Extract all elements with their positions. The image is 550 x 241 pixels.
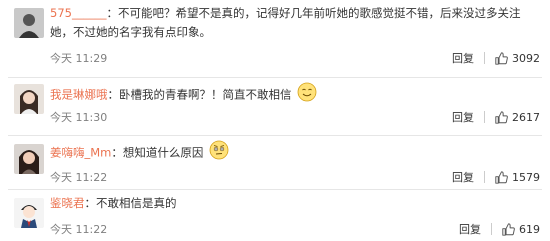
- like-button[interactable]: 619: [502, 223, 540, 236]
- comment-list: 575______：不可能吧？希望不是真的，记得好几年前听她的歌感觉挺不错，后来…: [0, 0, 550, 241]
- comment-time: 今天 11:22: [50, 223, 108, 236]
- thumbs-up-icon: [502, 222, 515, 236]
- comment-time: 今天 11:29: [50, 52, 108, 65]
- comment-text-block: 我是琳娜哦：卧槽我的青春啊？！简直不敢相信: [50, 82, 540, 108]
- comment-item: 我是琳娜哦：卧槽我的青春啊？！简直不敢相信 今天 11:30 回复 2617: [0, 78, 550, 136]
- comment-actions: 回复 1579: [452, 169, 540, 185]
- avatar[interactable]: [14, 8, 44, 38]
- thumbs-up-icon: [495, 51, 508, 65]
- smile-emoji-icon: [297, 82, 317, 108]
- comment-body: ：想知道什么原因: [111, 145, 204, 160]
- reply-button[interactable]: 回复: [459, 221, 481, 237]
- comment-username[interactable]: 姜嗨嗨_Mm: [50, 146, 111, 160]
- action-divider: [491, 223, 492, 235]
- reply-button[interactable]: 回复: [452, 169, 474, 185]
- comment-time: 今天 11:22: [50, 171, 108, 184]
- reply-button[interactable]: 回复: [452, 50, 474, 66]
- action-divider: [484, 111, 485, 123]
- avatar[interactable]: [14, 84, 44, 114]
- like-count: 3092: [512, 51, 540, 65]
- avatar[interactable]: [14, 198, 44, 228]
- thumbs-up-icon: [495, 110, 508, 124]
- comment-text-block: 鉴晓君：不敢相信是真的: [50, 194, 540, 213]
- comment-item: 姜嗨嗨_Mm：想知道什么原因 今天 11:22 回复 1579: [0, 136, 550, 190]
- comment-username[interactable]: 575______: [50, 6, 106, 20]
- comment-body: ：不可能吧？希望不是真的，记得好几年前听她的歌感觉挺不错，后来没过多关注她，不过…: [50, 6, 521, 39]
- comment-actions: 回复 2617: [452, 109, 540, 125]
- reply-button[interactable]: 回复: [452, 109, 474, 125]
- avatar-image-icon: [14, 144, 44, 174]
- comment-item: 575______：不可能吧？希望不是真的，记得好几年前听她的歌感觉挺不错，后来…: [0, 0, 550, 78]
- like-button[interactable]: 3092: [495, 52, 540, 65]
- comment-actions: 回复 3092: [452, 50, 540, 66]
- comment-text-block: 575______：不可能吧？希望不是真的，记得好几年前听她的歌感觉挺不错，后来…: [50, 4, 540, 42]
- comment-text-block: 姜嗨嗨_Mm：想知道什么原因: [50, 140, 540, 166]
- like-button[interactable]: 1579: [495, 171, 540, 184]
- comment-body: ：不敢相信是真的: [84, 196, 177, 210]
- comment-time: 今天 11:30: [50, 111, 108, 124]
- action-divider: [484, 171, 485, 183]
- avatar-image-icon: [14, 198, 44, 228]
- comment-username[interactable]: 我是琳娜哦: [50, 88, 108, 102]
- like-count: 1579: [512, 170, 540, 184]
- action-divider: [484, 52, 485, 64]
- comment-item: 鉴晓君：不敢相信是真的 今天 11:22 回复 619: [0, 190, 550, 241]
- like-count: 2617: [512, 110, 540, 124]
- avatar-image-icon: [14, 84, 44, 114]
- avatar-image-icon: [14, 8, 44, 38]
- like-button[interactable]: 2617: [495, 111, 540, 124]
- thinking-emoji-icon: [209, 140, 229, 166]
- thumbs-up-icon: [495, 170, 508, 184]
- comment-username[interactable]: 鉴晓君: [50, 196, 85, 210]
- comment-actions: 回复 619: [459, 221, 540, 237]
- comment-body: ：卧槽我的青春啊？！简直不敢相信: [107, 87, 292, 102]
- like-count: 619: [519, 222, 540, 236]
- avatar[interactable]: [14, 144, 44, 174]
